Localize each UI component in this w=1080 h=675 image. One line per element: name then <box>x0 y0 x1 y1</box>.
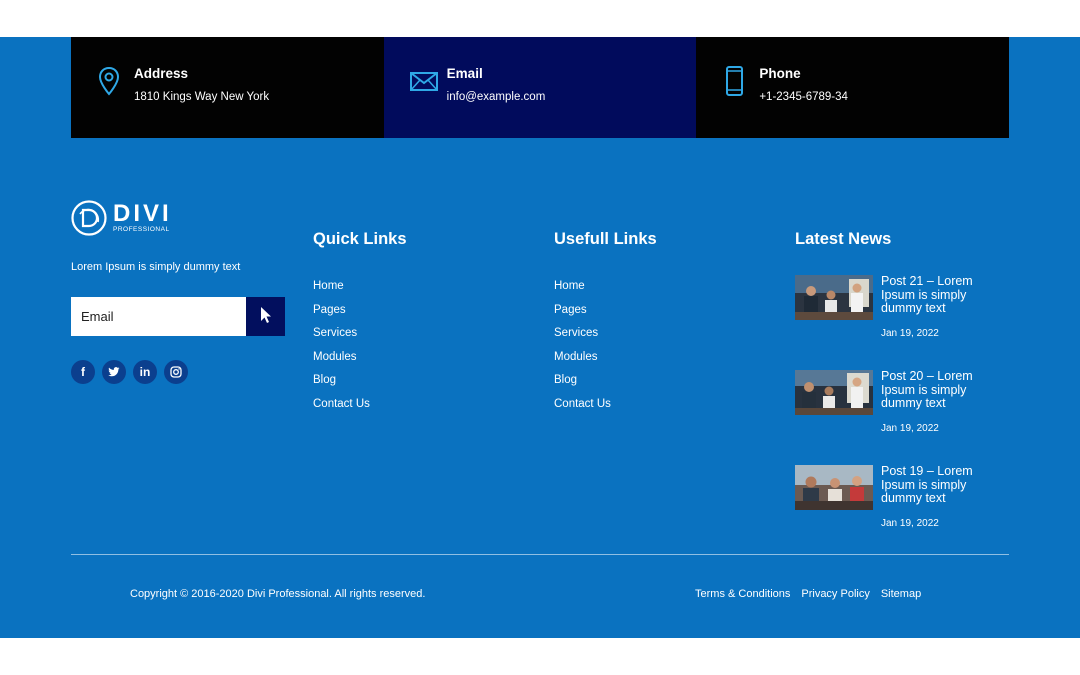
quick-links-column: Quick Links Home Pages Services Modules … <box>313 230 513 420</box>
envelope-icon <box>409 66 438 96</box>
usefull-links-list: Home Pages Services Modules Blog Contact… <box>554 279 754 420</box>
news-item[interactable]: Post 19 – Lorem Ipsum is simply dummy te… <box>795 464 1009 560</box>
cursor-arrow-icon <box>260 306 272 327</box>
usefull-link-services[interactable]: Services <box>554 326 754 350</box>
contact-card-address: Address 1810 Kings Way New York <box>71 37 384 138</box>
usefull-link-modules[interactable]: Modules <box>554 350 754 374</box>
logo-subtitle: PROFESSIONAL <box>113 226 170 234</box>
quick-links-list: Home Pages Services Modules Blog Contact… <box>313 279 513 420</box>
social-links: f in <box>71 360 188 384</box>
terms-link[interactable]: Terms & Conditions <box>695 588 790 600</box>
contact-card-phone: Phone +1-2345-6789-34 <box>696 37 1010 138</box>
site-footer: Address 1810 Kings Way New York Email in… <box>0 37 1080 638</box>
contact-card-email: Email info@example.com <box>383 37 697 138</box>
usefull-link-home[interactable]: Home <box>554 279 754 303</box>
logo-word: DIVI <box>113 200 172 228</box>
subscribe-form <box>71 297 285 336</box>
quick-link-contact[interactable]: Contact Us <box>313 397 513 421</box>
logo[interactable]: DIVI PROFESSIONAL <box>71 199 286 237</box>
twitter-icon[interactable] <box>102 360 126 384</box>
news-item[interactable]: Post 21 – Lorem Ipsum is simply dummy te… <box>795 274 1009 370</box>
latest-news-heading: Latest News <box>795 230 892 248</box>
news-date: Jan 19, 2022 <box>881 518 939 529</box>
latest-news-column: Latest News Post 21 – Lorem Ipsum is sim… <box>795 230 1009 560</box>
news-item[interactable]: Post 20 – Lorem Ipsum is simply dummy te… <box>795 369 1009 465</box>
contact-title: Phone <box>759 66 801 81</box>
sitemap-link[interactable]: Sitemap <box>881 588 921 600</box>
email-input[interactable] <box>71 297 246 336</box>
usefull-link-contact[interactable]: Contact Us <box>554 397 754 421</box>
news-date: Jan 19, 2022 <box>881 328 939 339</box>
quick-link-home[interactable]: Home <box>313 279 513 303</box>
quick-link-pages[interactable]: Pages <box>313 303 513 327</box>
privacy-link[interactable]: Privacy Policy <box>801 588 869 600</box>
facebook-icon[interactable]: f <box>71 360 95 384</box>
usefull-links-column: Usefull Links Home Pages Services Module… <box>554 230 754 420</box>
news-thumbnail[interactable] <box>795 465 873 510</box>
phone-link[interactable]: +1-2345-6789-34 <box>759 91 848 103</box>
phone-icon <box>721 66 747 96</box>
contact-strip: Address 1810 Kings Way New York Email in… <box>71 37 1010 138</box>
quick-link-blog[interactable]: Blog <box>313 373 513 397</box>
usefull-link-blog[interactable]: Blog <box>554 373 754 397</box>
email-link[interactable]: info@example.com <box>447 91 546 103</box>
brand-tagline: Lorem Ipsum is simply dummy text <box>71 261 241 273</box>
news-date: Jan 19, 2022 <box>881 423 939 434</box>
brand-column: DIVI PROFESSIONAL Lorem Ipsum is simply … <box>71 199 286 384</box>
news-title[interactable]: Post 19 – Lorem Ipsum is simply dummy te… <box>881 464 991 506</box>
quick-links-heading: Quick Links <box>313 230 407 248</box>
divi-logo-icon <box>71 200 107 236</box>
linkedin-icon[interactable]: in <box>133 360 157 384</box>
contact-value: 1810 Kings Way New York <box>134 91 270 103</box>
usefull-links-heading: Usefull Links <box>554 230 657 248</box>
subscribe-button[interactable] <box>246 297 285 336</box>
footer-divider <box>71 554 1009 555</box>
quick-link-services[interactable]: Services <box>313 326 513 350</box>
contact-title: Address <box>134 66 189 81</box>
news-title[interactable]: Post 20 – Lorem Ipsum is simply dummy te… <box>881 369 991 411</box>
news-thumbnail[interactable] <box>795 370 873 415</box>
news-thumbnail[interactable] <box>795 275 873 320</box>
news-title[interactable]: Post 21 – Lorem Ipsum is simply dummy te… <box>881 274 991 316</box>
copyright-text: Copyright © 2016-2020 Divi Professional.… <box>130 588 426 600</box>
bottom-links: Terms & Conditions Privacy Policy Sitema… <box>695 588 921 600</box>
news-list: Post 21 – Lorem Ipsum is simply dummy te… <box>795 274 1009 560</box>
instagram-icon[interactable] <box>164 360 188 384</box>
quick-link-modules[interactable]: Modules <box>313 350 513 374</box>
contact-title: Email <box>446 66 483 81</box>
usefull-link-pages[interactable]: Pages <box>554 303 754 327</box>
map-pin-icon <box>96 66 122 96</box>
